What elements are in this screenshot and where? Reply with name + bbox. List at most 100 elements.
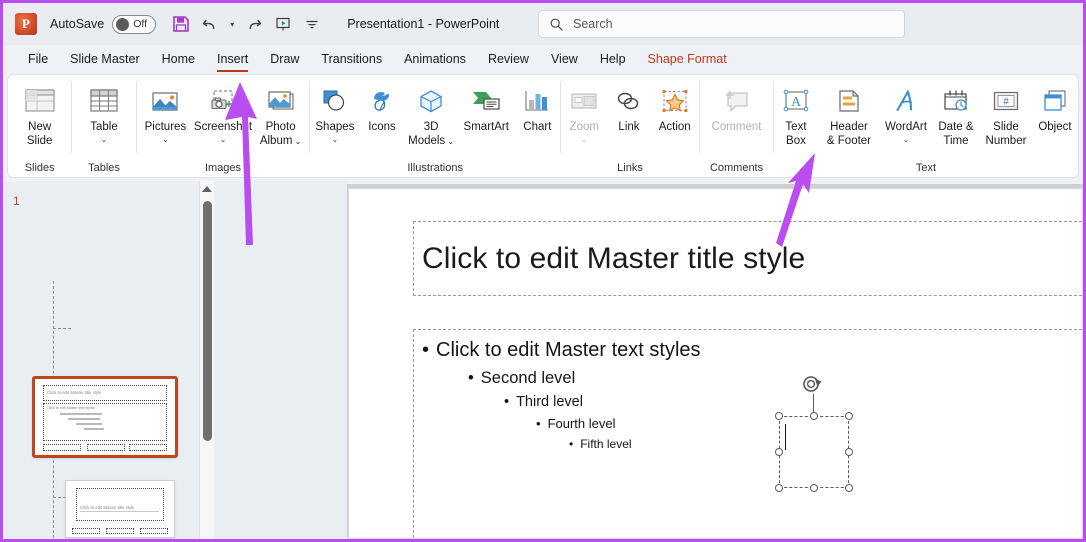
slide-thumbnail-panel[interactable]: 1 Click to edit Master title style Click…: [3, 181, 199, 539]
thumb2-footer-left: [72, 528, 100, 534]
undo-icon[interactable]: [197, 11, 223, 37]
new-slide-label: New Slide: [26, 121, 53, 147]
ribbon-group-links: Zoom ⌄ Link Action Links: [561, 75, 699, 177]
tab-transitions[interactable]: Transitions: [310, 46, 393, 72]
thumbnail-panel-scrollbar[interactable]: [199, 181, 214, 539]
group-label-illustrations: Illustrations: [407, 161, 463, 174]
bullet-level-2: • Second level: [468, 369, 1083, 388]
slide-canvas[interactable]: Click to edit Master title style • Click…: [348, 188, 1083, 539]
3d-models-button[interactable]: 3D Models ⌄: [405, 80, 457, 148]
text-box-button[interactable]: A Text Box: [774, 80, 818, 148]
slide-number-icon: #: [991, 83, 1021, 119]
autosave-state-label: Off: [133, 18, 148, 30]
slide-thumbnail-1[interactable]: Click to edit Master title style Click t…: [32, 376, 178, 458]
quick-access-toolbar: ▾: [168, 11, 325, 37]
zoom-icon: [569, 83, 599, 119]
wordart-chevron-down-icon[interactable]: ⌄: [903, 135, 910, 145]
slide-number-button[interactable]: # Slide Number: [980, 80, 1032, 148]
resize-handle-bottom-center[interactable]: [809, 483, 818, 492]
screenshot-chevron-down-icon[interactable]: ⌄: [220, 135, 227, 145]
pictures-chevron-down-icon[interactable]: ⌄: [162, 135, 169, 145]
search-box[interactable]: Search: [538, 10, 905, 38]
resize-handle-top-right[interactable]: [844, 411, 853, 420]
resize-handle-top-left[interactable]: [774, 411, 783, 420]
object-label: Object: [1038, 121, 1072, 133]
tab-insert[interactable]: Insert: [206, 46, 259, 72]
date-time-button[interactable]: Date & Time: [932, 80, 980, 148]
new-slide-button[interactable]: New Slide: [12, 80, 68, 148]
bullet-level-3-text: Third level: [516, 394, 583, 410]
text-box-icon: A: [781, 83, 811, 119]
thumb2-title-text: Click to edit Master title style: [80, 505, 135, 510]
start-presentation-icon[interactable]: [270, 11, 296, 37]
group-label-text: Text: [915, 161, 937, 174]
date-time-icon: [941, 83, 971, 119]
screenshot-button[interactable]: Screenshot ⌄: [193, 80, 253, 145]
3d-models-chevron-down-icon[interactable]: ⌄: [445, 137, 454, 146]
search-input-placeholder[interactable]: Search: [573, 17, 613, 31]
pictures-label: Pictures: [144, 121, 187, 133]
tab-help[interactable]: Help: [589, 46, 637, 72]
table-button[interactable]: Table ⌄: [76, 80, 132, 145]
photo-album-button[interactable]: Photo Album ⌄: [253, 80, 309, 148]
editor-gutter: [214, 181, 347, 539]
ribbon-group-slides: New Slide Slides: [8, 75, 71, 177]
group-label-images: Images: [204, 161, 242, 174]
action-button[interactable]: Action: [651, 80, 699, 135]
ribbon: New Slide Slides Table ⌄ Tables Pictures…: [7, 74, 1079, 178]
object-button[interactable]: Object: [1032, 80, 1078, 135]
link-icon: [614, 83, 644, 119]
zoom-chevron-down-icon[interactable]: ⌄: [581, 135, 588, 145]
rotate-icon[interactable]: [801, 374, 825, 396]
group-label-tables: Tables: [88, 161, 120, 174]
pictures-button[interactable]: Pictures ⌄: [137, 80, 193, 145]
redo-icon[interactable]: [241, 11, 267, 37]
slide-thumbnail-2[interactable]: Click to edit Master title style: [65, 480, 175, 538]
header-footer-button[interactable]: Header & Footer: [818, 80, 880, 148]
tab-slide-master[interactable]: Slide Master: [59, 46, 150, 72]
resize-handle-bottom-left[interactable]: [774, 483, 783, 492]
thumb1-body-text: Click to edit Master text styles: [47, 406, 95, 410]
shapes-chevron-down-icon[interactable]: ⌄: [332, 135, 339, 145]
zoom-button[interactable]: Zoom ⌄: [561, 80, 607, 145]
powerpoint-logo-letter: P: [22, 16, 30, 31]
resize-handle-middle-left[interactable]: [774, 447, 783, 456]
customize-quick-access-toolbar-icon[interactable]: [299, 11, 325, 37]
tab-review[interactable]: Review: [477, 46, 540, 72]
screenshot-label: Screenshot: [193, 121, 253, 133]
thumb1-title-text: Click to edit Master title style: [47, 390, 102, 395]
resize-handle-top-center[interactable]: [809, 411, 818, 420]
save-icon[interactable]: [168, 11, 194, 37]
ribbon-tab-strip: File Slide Master Home Insert Draw Trans…: [3, 45, 1083, 73]
thumbnail-tree-branch: [53, 328, 71, 329]
tab-file[interactable]: File: [17, 46, 59, 72]
resize-handle-bottom-right[interactable]: [844, 483, 853, 492]
tab-animations[interactable]: Animations: [393, 46, 477, 72]
tab-view[interactable]: View: [540, 46, 589, 72]
photo-album-chevron-down-icon[interactable]: ⌄: [292, 137, 302, 146]
ribbon-group-text: A Text Box Header & Footer WordArt ⌄ Dat…: [774, 75, 1078, 177]
action-icon: [660, 83, 690, 119]
bullet-level-1-text: Click to edit Master text styles: [436, 339, 701, 361]
header-footer-label: Header & Footer: [826, 121, 872, 147]
title-bar: P AutoSave Off ▾ Presentation1 - PowerPo…: [3, 3, 1083, 45]
scrollbar-thumb[interactable]: [203, 201, 212, 441]
tab-home[interactable]: Home: [151, 46, 206, 72]
bullet-glyph: •: [504, 394, 510, 410]
icons-button[interactable]: Icons: [360, 80, 404, 135]
resize-handle-middle-right[interactable]: [844, 447, 853, 456]
selected-text-box[interactable]: [774, 376, 853, 492]
autosave-toggle[interactable]: Off: [112, 14, 157, 34]
undo-dropdown-chevron-down-icon[interactable]: ▾: [226, 20, 238, 29]
body-placeholder[interactable]: • Click to edit Master text styles • Sec…: [413, 329, 1083, 539]
group-label-links: Links: [617, 161, 643, 174]
title-placeholder[interactable]: Click to edit Master title style: [413, 221, 1083, 296]
table-chevron-down-icon[interactable]: ⌄: [101, 135, 108, 145]
powerpoint-window: P AutoSave Off ▾ Presentation1 - PowerPo…: [0, 0, 1086, 542]
comment-button[interactable]: Comment: [704, 80, 770, 135]
tab-shape-format[interactable]: Shape Format: [637, 46, 738, 72]
shapes-button[interactable]: Shapes ⌄: [311, 80, 359, 145]
scroll-up-arrow-icon[interactable]: [202, 186, 212, 192]
autosave-label: AutoSave: [50, 17, 105, 31]
tab-draw[interactable]: Draw: [259, 46, 310, 72]
